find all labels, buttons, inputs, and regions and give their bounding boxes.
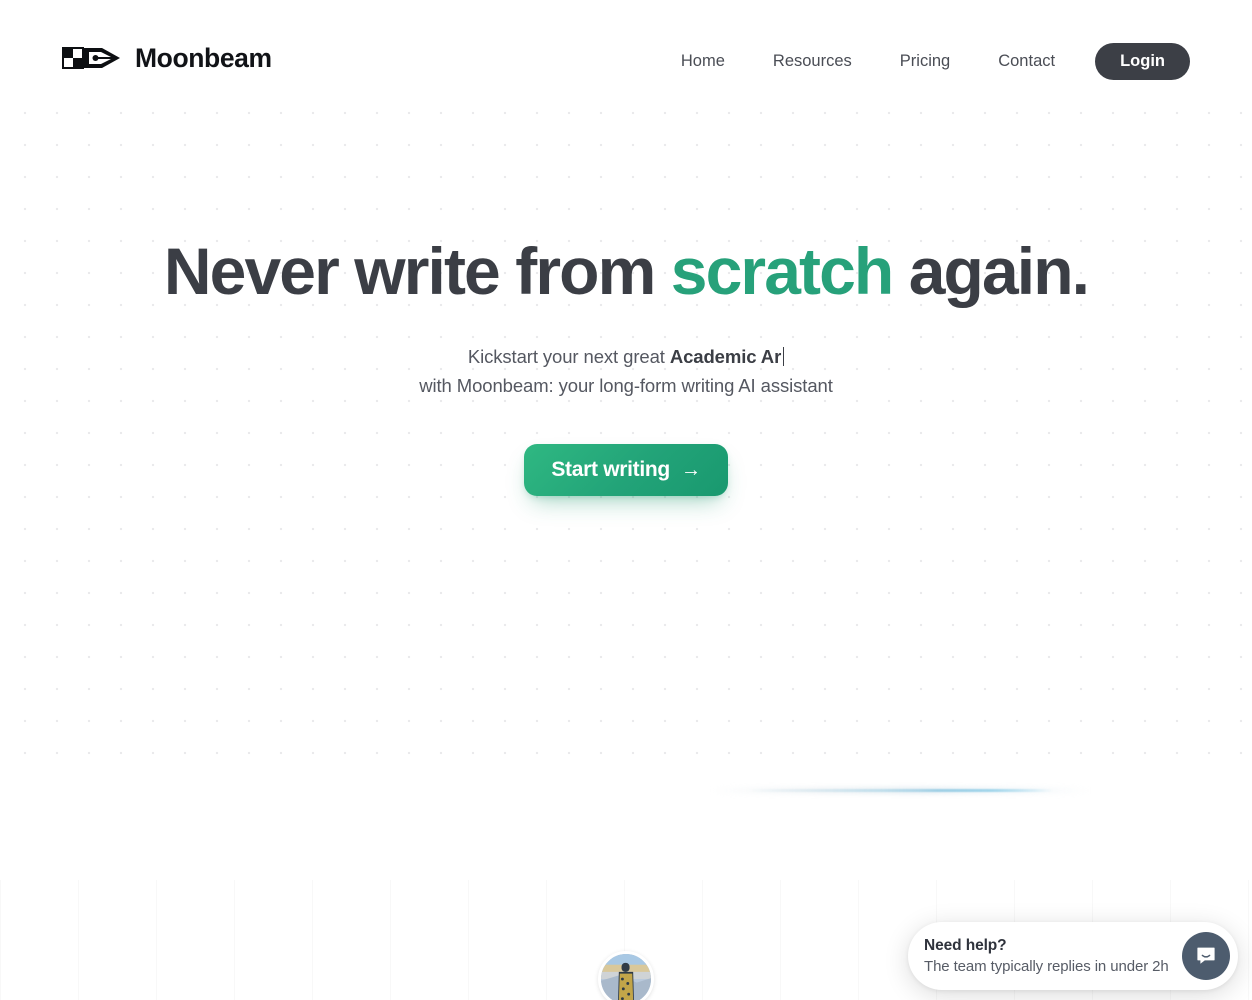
nav-item-resources[interactable]: Resources: [773, 42, 852, 81]
hero-title-part1: Never write from: [163, 234, 671, 308]
nav-item-pricing[interactable]: Pricing: [900, 42, 950, 81]
chat-launcher-subtitle: The team typically replies in under 2h: [924, 957, 1169, 975]
arrow-right-icon: →: [680, 459, 701, 481]
start-writing-button[interactable]: Start writing →: [524, 444, 728, 496]
hero-dot-grid-background: [0, 88, 1252, 778]
avatar: [598, 951, 654, 1000]
chat-launcher-text: Need help? The team typically replies in…: [924, 936, 1176, 977]
cta-container: Start writing →: [0, 444, 1252, 496]
site-header: Moonbeam Home Resources Pricing Contact …: [0, 0, 1252, 120]
hero-title-accent-word: scratch: [670, 234, 894, 308]
brand-name-text: Moonbeam: [135, 42, 272, 73]
nav-item-home[interactable]: Home: [681, 42, 725, 81]
chat-bubble-smile-icon: [1194, 943, 1218, 970]
hero-subtitle: Kickstart your next great Academic Ar wi…: [0, 343, 1252, 400]
hero-subtitle-prefix: Kickstart your next great: [467, 346, 670, 367]
hero-subtitle-typed-text: Academic Ar: [669, 346, 782, 367]
page-title: Never write from scratch again.: [0, 233, 1252, 309]
gradient-divider-glow: [748, 789, 1053, 792]
hero-subtitle-line2: with Moonbeam: your long-form writing AI…: [419, 374, 833, 396]
chat-bubble-button[interactable]: [1182, 932, 1230, 980]
start-writing-label: Start writing: [551, 458, 670, 481]
main-navigation: Home Resources Pricing Contact Login: [681, 42, 1190, 81]
chat-launcher[interactable]: Need help? The team typically replies in…: [908, 922, 1238, 990]
pen-nib-checker-icon: [62, 44, 124, 72]
brand-logo-link[interactable]: Moonbeam: [62, 44, 272, 72]
hero-title-part2: again.: [892, 234, 1090, 308]
login-button[interactable]: Login: [1095, 43, 1190, 80]
nav-item-contact[interactable]: Contact: [998, 42, 1055, 81]
chat-launcher-title: Need help?: [924, 936, 1007, 954]
typing-caret-icon: [782, 347, 785, 366]
